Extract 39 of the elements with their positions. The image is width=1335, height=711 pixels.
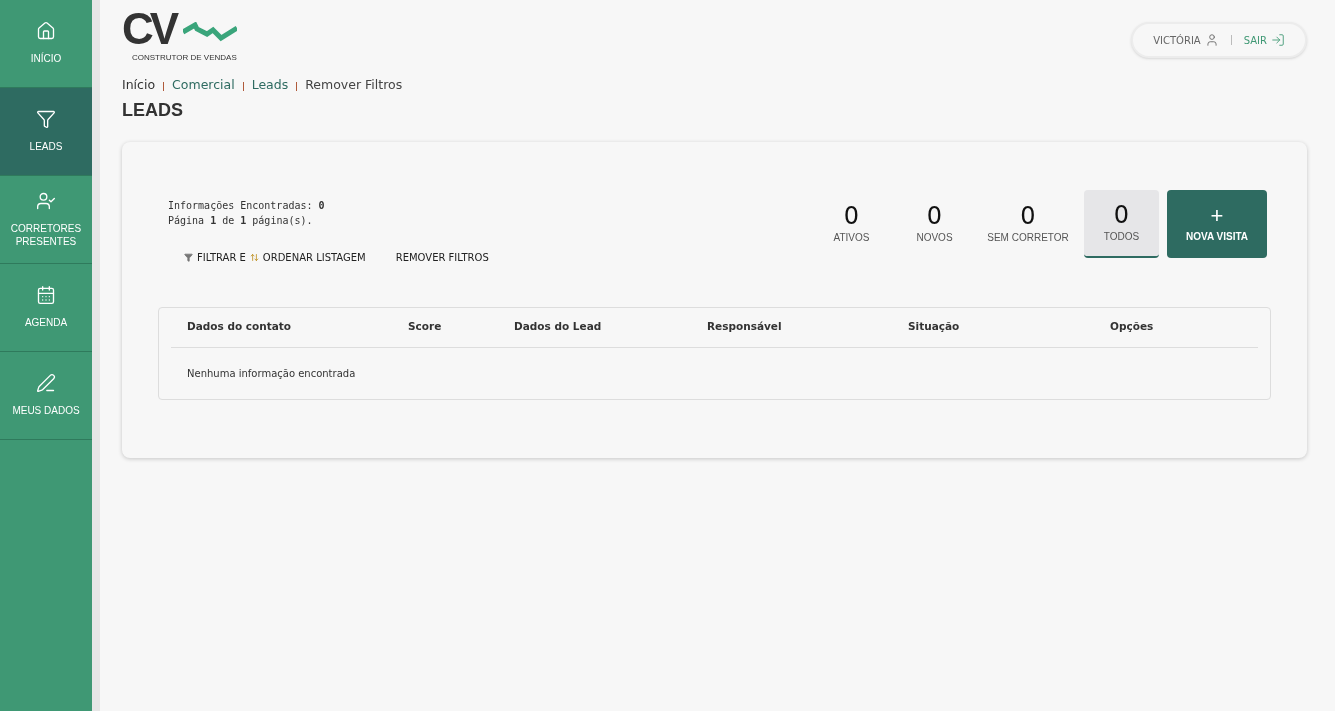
remove-filters-button[interactable]: REMOVER FILTROS <box>395 249 489 265</box>
column-header: Score <box>408 319 443 335</box>
column-header: Dados do contato <box>187 319 293 335</box>
sort-icon <box>249 252 259 262</box>
page-title: LEADS <box>122 98 184 122</box>
user-button[interactable]: VICTÓRIA <box>1153 32 1219 48</box>
filter-sort-button[interactable]: FILTRAR E ORDENAR LISTAGEM <box>184 249 366 265</box>
breadcrumb-link[interactable]: Início <box>122 76 156 95</box>
sidebar-item[interactable]: AGENDA <box>0 264 92 352</box>
logout-icon <box>1271 33 1285 47</box>
user-icon <box>1204 33 1219 47</box>
user-check-icon <box>36 191 56 211</box>
column-header: Dados do Lead <box>514 319 603 335</box>
stat-tab[interactable]: 0 SEM CORRETOR <box>980 189 1076 258</box>
stat-tab[interactable]: 0 TODOS <box>1084 189 1159 258</box>
funnel-icon <box>36 109 56 130</box>
stat-tab[interactable]: 0 ATIVOS <box>814 189 889 258</box>
calendar-icon <box>36 285 56 306</box>
logo-tagline: CONSTRUTOR DE VENDAS <box>131 52 238 64</box>
stat-tab[interactable]: 0 NOVOS <box>897 189 972 258</box>
breadcrumb-link[interactable]: Comercial <box>172 76 235 95</box>
new-visit-button[interactable]: + NOVA VISITA <box>1167 189 1267 258</box>
column-header: Responsável <box>707 319 783 335</box>
column-header: Opções <box>1110 319 1155 335</box>
info-text: Página 1 de 1 página(s). <box>168 213 314 228</box>
sidebar-item[interactable]: CORRETORES PRESENTES <box>0 176 92 264</box>
sidebar-item[interactable]: LEADS <box>0 88 92 176</box>
breadcrumb-link[interactable]: Leads <box>251 76 289 95</box>
breadcrumb-link[interactable]: Remover Filtros <box>305 76 403 95</box>
logo: CV CONSTRUTOR DE VENDAS <box>122 10 238 64</box>
home-icon <box>36 21 56 42</box>
funnel-icon <box>184 252 193 262</box>
pencil-icon <box>36 373 56 394</box>
info-text: Informações Encontradas: 0 <box>168 198 326 213</box>
sidebar-item[interactable]: MEUS DADOS <box>0 352 92 440</box>
empty-message: Nenhuma informação encontrada <box>186 366 357 381</box>
zigzag-icon <box>183 22 238 44</box>
column-header: Situação <box>908 319 961 335</box>
logout-button[interactable]: SAIR <box>1243 32 1285 48</box>
